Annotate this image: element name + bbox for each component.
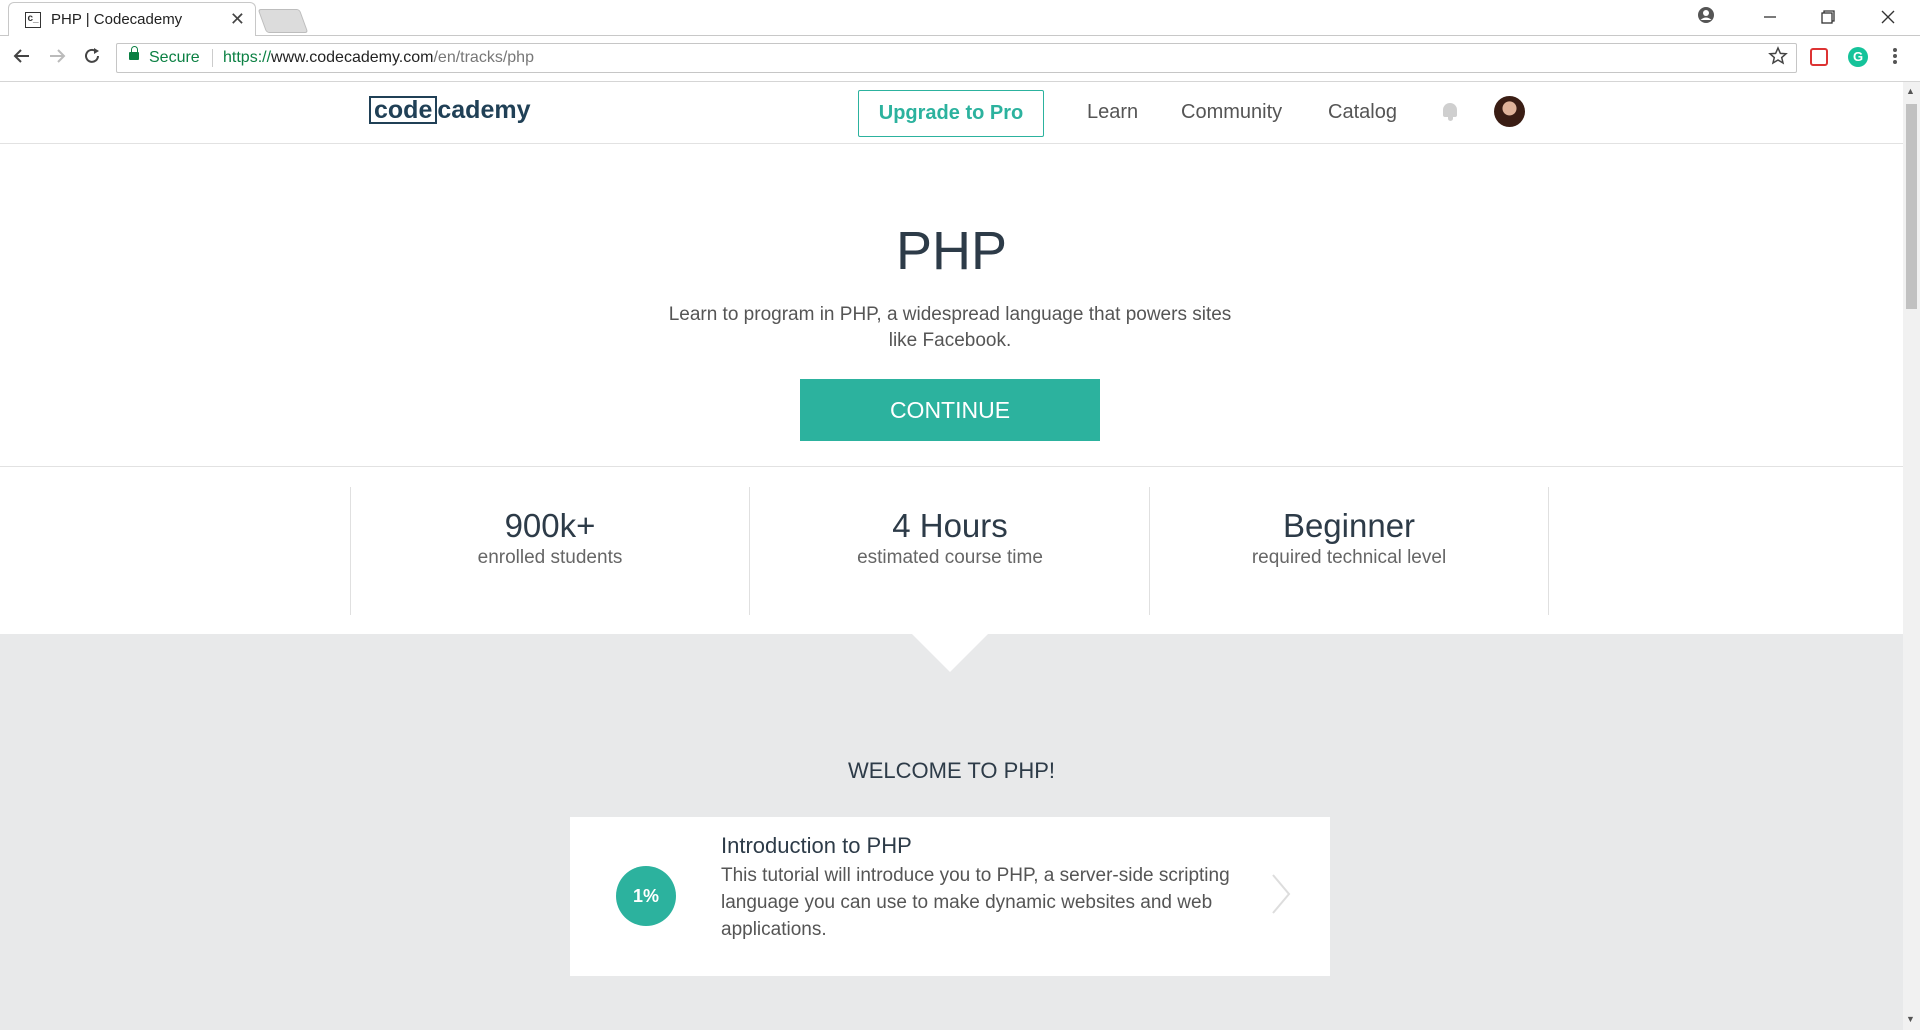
close-window-icon[interactable]	[1862, 4, 1914, 32]
tab-title: PHP | Codecademy	[51, 11, 183, 28]
course-description: Learn to program in PHP, a widespread la…	[650, 302, 1250, 354]
section-divider	[0, 466, 1903, 467]
welcome-heading: WELCOME TO PHP!	[847, 758, 1055, 783]
codecademy-logo[interactable]: code cademy	[369, 96, 530, 128]
description-line-2: like Facebook.	[888, 330, 1012, 351]
browser-tab[interactable]: c_ PHP | Codecademy ✕	[8, 2, 256, 36]
new-tab-button[interactable]	[257, 9, 309, 33]
minimize-window-icon[interactable]	[1744, 4, 1796, 32]
secure-label: Secure	[149, 49, 200, 66]
page-scrollbar[interactable]: ▲ ▼	[1903, 82, 1920, 1030]
notification-bell-icon[interactable]	[1441, 102, 1459, 122]
course-card[interactable]: 1% Introduction to PHP This tutorial wil…	[570, 817, 1330, 976]
browser-menu-icon[interactable]	[1892, 46, 1898, 71]
stat-label: estimated course time	[857, 547, 1043, 568]
nav-catalog[interactable]: Catalog	[1328, 101, 1397, 124]
stat-label: required technical level	[1251, 547, 1447, 568]
scroll-thumb[interactable]	[1906, 104, 1917, 309]
nav-learn[interactable]: Learn	[1087, 101, 1138, 124]
back-arrow-icon[interactable]	[9, 46, 35, 72]
course-card-description: This tutorial will introduce you to PHP,…	[721, 865, 1230, 940]
grammarly-extension-icon[interactable]: G	[1848, 47, 1868, 67]
stat-divider	[1548, 487, 1549, 615]
course-title[interactable]: Introduction to PHP	[721, 833, 912, 859]
site-header: code cademy Upgrade to Pro Learn Communit…	[0, 82, 1903, 144]
stat-value: Beginner	[1282, 507, 1416, 544]
chevron-right-icon[interactable]	[1270, 872, 1292, 924]
url-path: /en/tracks/php	[433, 49, 534, 66]
forward-arrow-icon[interactable]	[44, 46, 70, 72]
avatar[interactable]	[1494, 96, 1525, 127]
reload-icon[interactable]	[79, 46, 105, 72]
scroll-down-icon[interactable]: ▼	[1906, 1014, 1915, 1024]
url-scheme: https://	[223, 49, 272, 66]
address-separator	[212, 49, 213, 67]
nav-community[interactable]: Community	[1181, 101, 1282, 124]
section-pointer	[912, 634, 988, 672]
stat-label: enrolled students	[477, 547, 623, 568]
profile-icon[interactable]	[1680, 4, 1732, 32]
stat-value: 900k+	[504, 507, 596, 544]
bookmark-star-icon[interactable]	[1768, 46, 1788, 72]
url-host: www.codecademy.com	[271, 49, 434, 66]
browser-toolbar: Secure https://www.codecademy.com/en/tra…	[0, 36, 1920, 82]
scroll-up-icon[interactable]: ▲	[1906, 86, 1915, 96]
browser-tab-strip: c_ PHP | Codecademy ✕	[0, 0, 1920, 36]
stat-value: 4 Hours	[892, 507, 1008, 544]
pocket-extension-icon[interactable]	[1810, 48, 1828, 66]
codecademy-favicon-icon: c_	[25, 12, 41, 28]
lock-icon	[129, 46, 139, 60]
url-text[interactable]: https://www.codecademy.com/en/tracks/php	[223, 49, 534, 67]
restore-window-icon[interactable]	[1802, 4, 1854, 32]
description-line-1: Learn to program in PHP, a widespread la…	[668, 304, 1232, 325]
stat-course-time: 4 Hours estimated course time	[750, 487, 1150, 615]
continue-button[interactable]: CONTINUE	[800, 379, 1100, 441]
progress-badge: 1%	[616, 866, 676, 926]
upgrade-to-pro-button[interactable]: Upgrade to Pro	[858, 90, 1044, 137]
stat-enrolled: 900k+ enrolled students	[350, 487, 750, 615]
tab-close-icon[interactable]: ✕	[230, 9, 245, 30]
address-bar[interactable]: Secure https://www.codecademy.com/en/tra…	[116, 43, 1797, 73]
page-title: PHP	[895, 221, 1008, 281]
logo-code: code	[369, 96, 438, 124]
logo-cademy: cademy	[437, 96, 531, 124]
stat-technical-level: Beginner required technical level	[1149, 487, 1549, 615]
